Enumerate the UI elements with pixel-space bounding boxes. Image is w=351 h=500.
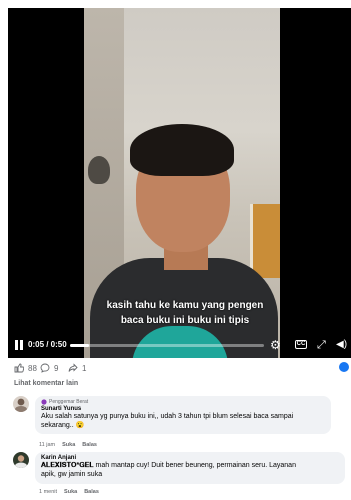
more-comments-link[interactable]: Lihat komentar lain — [14, 380, 78, 387]
captions-icon[interactable]: CC — [295, 340, 307, 349]
comment-like-button[interactable]: Suka — [62, 442, 75, 448]
avatar[interactable] — [13, 452, 29, 468]
comment-time: 11 jam — [39, 442, 56, 448]
fan-badge: Penggemar Berat — [41, 399, 325, 405]
fan-badge-label: Penggemar Berat — [49, 399, 89, 405]
comment-bubble: Karin Anjani 𝐀𝐋𝐄𝐗𝐈𝐒𝐓𝐎*𝐆𝐄𝐋 mah mantap cuy… — [35, 452, 345, 484]
caption-line-1: kasih tahu ke kamu yang pengen — [106, 300, 264, 311]
comment-time: 1 menit — [39, 489, 58, 495]
comment-text: 𝐀𝐋𝐄𝐗𝐈𝐒𝐓𝐎*𝐆𝐄𝐋 mah mantap cuy! Duit bener … — [41, 462, 296, 478]
share-icon — [68, 363, 78, 372]
share-count-button[interactable]: 1 — [68, 363, 86, 373]
comment-like-button[interactable]: Suka — [64, 489, 77, 495]
comment-brand-text: 𝐀𝐋𝐄𝐗𝐈𝐒𝐓𝐎*𝐆𝐄𝐋 — [41, 462, 94, 469]
like-count-button[interactable]: 88 — [14, 363, 37, 373]
settings-gear-icon[interactable]: ⚙ — [270, 338, 281, 352]
video-progress-fill — [70, 344, 90, 347]
post-view: kasih tahu ke kamu yang pengen baca buku… — [0, 0, 351, 500]
reaction-bar: 88 9 1 — [0, 358, 351, 378]
video-caption: kasih tahu ke kamu yang pengen baca buku… — [100, 298, 270, 328]
video-time: 0:05 / 0:50 — [28, 340, 67, 349]
comment-count-button[interactable]: 9 — [40, 363, 58, 373]
video-controls: 0:05 / 0:50 ⚙ CC ⤢ ◀) — [8, 334, 351, 358]
top-strip — [0, 0, 351, 8]
comment-meta: 1 menit Suka Balas — [39, 489, 99, 495]
comment-icon — [40, 363, 50, 373]
comment-bubble: Penggemar Berat Sunarti Yunus Aku salah … — [35, 396, 331, 434]
avatar[interactable] — [13, 396, 29, 412]
fan-badge-icon — [41, 399, 47, 405]
comment-text: Aku salah satunya yg punya buku ini,, ud… — [41, 413, 294, 429]
comment-meta: 11 jam Suka Balas — [39, 442, 97, 448]
pause-icon[interactable] — [14, 338, 24, 352]
messenger-icon[interactable] — [339, 362, 349, 372]
fullscreen-icon[interactable]: ⤢ — [317, 338, 326, 352]
like-icon — [14, 363, 24, 373]
share-count: 1 — [82, 363, 87, 373]
video-progress-bar[interactable] — [70, 344, 264, 347]
caption-line-2: baca buku ini buku ini tipis — [120, 315, 250, 326]
like-count: 88 — [28, 363, 37, 373]
video-player[interactable]: kasih tahu ke kamu yang pengen baca buku… — [8, 8, 351, 358]
volume-icon[interactable]: ◀) — [336, 338, 347, 352]
comment-reply-button[interactable]: Balas — [82, 442, 97, 448]
comment-reply-button[interactable]: Balas — [84, 489, 99, 495]
comment-count: 9 — [54, 363, 59, 373]
